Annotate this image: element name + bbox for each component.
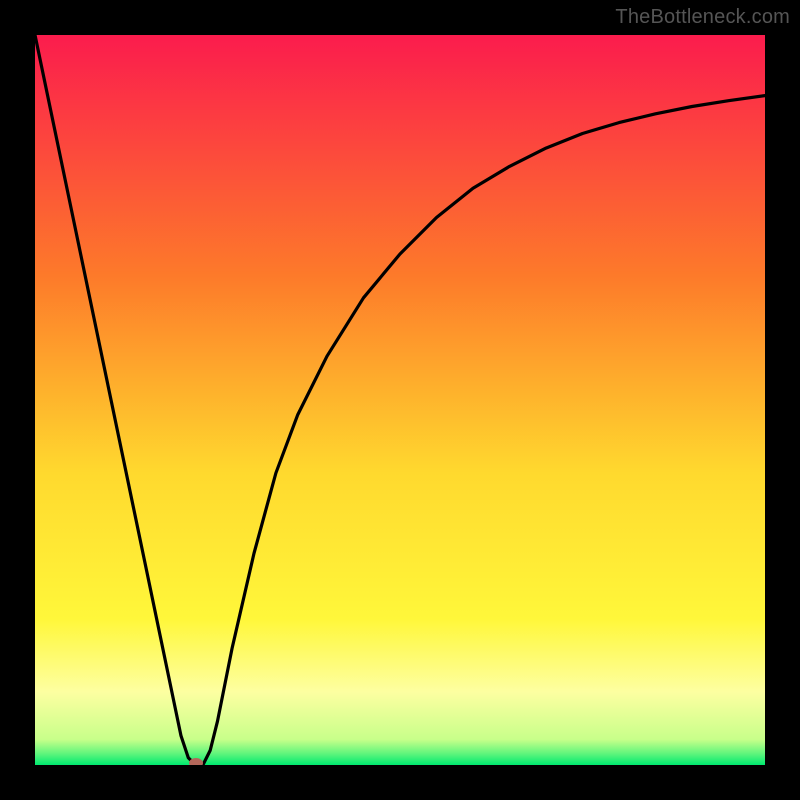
chart-curve xyxy=(35,35,765,765)
watermark-text: TheBottleneck.com xyxy=(615,6,790,29)
chart-plot-area xyxy=(35,35,765,765)
chart-minimum-marker xyxy=(189,758,203,765)
